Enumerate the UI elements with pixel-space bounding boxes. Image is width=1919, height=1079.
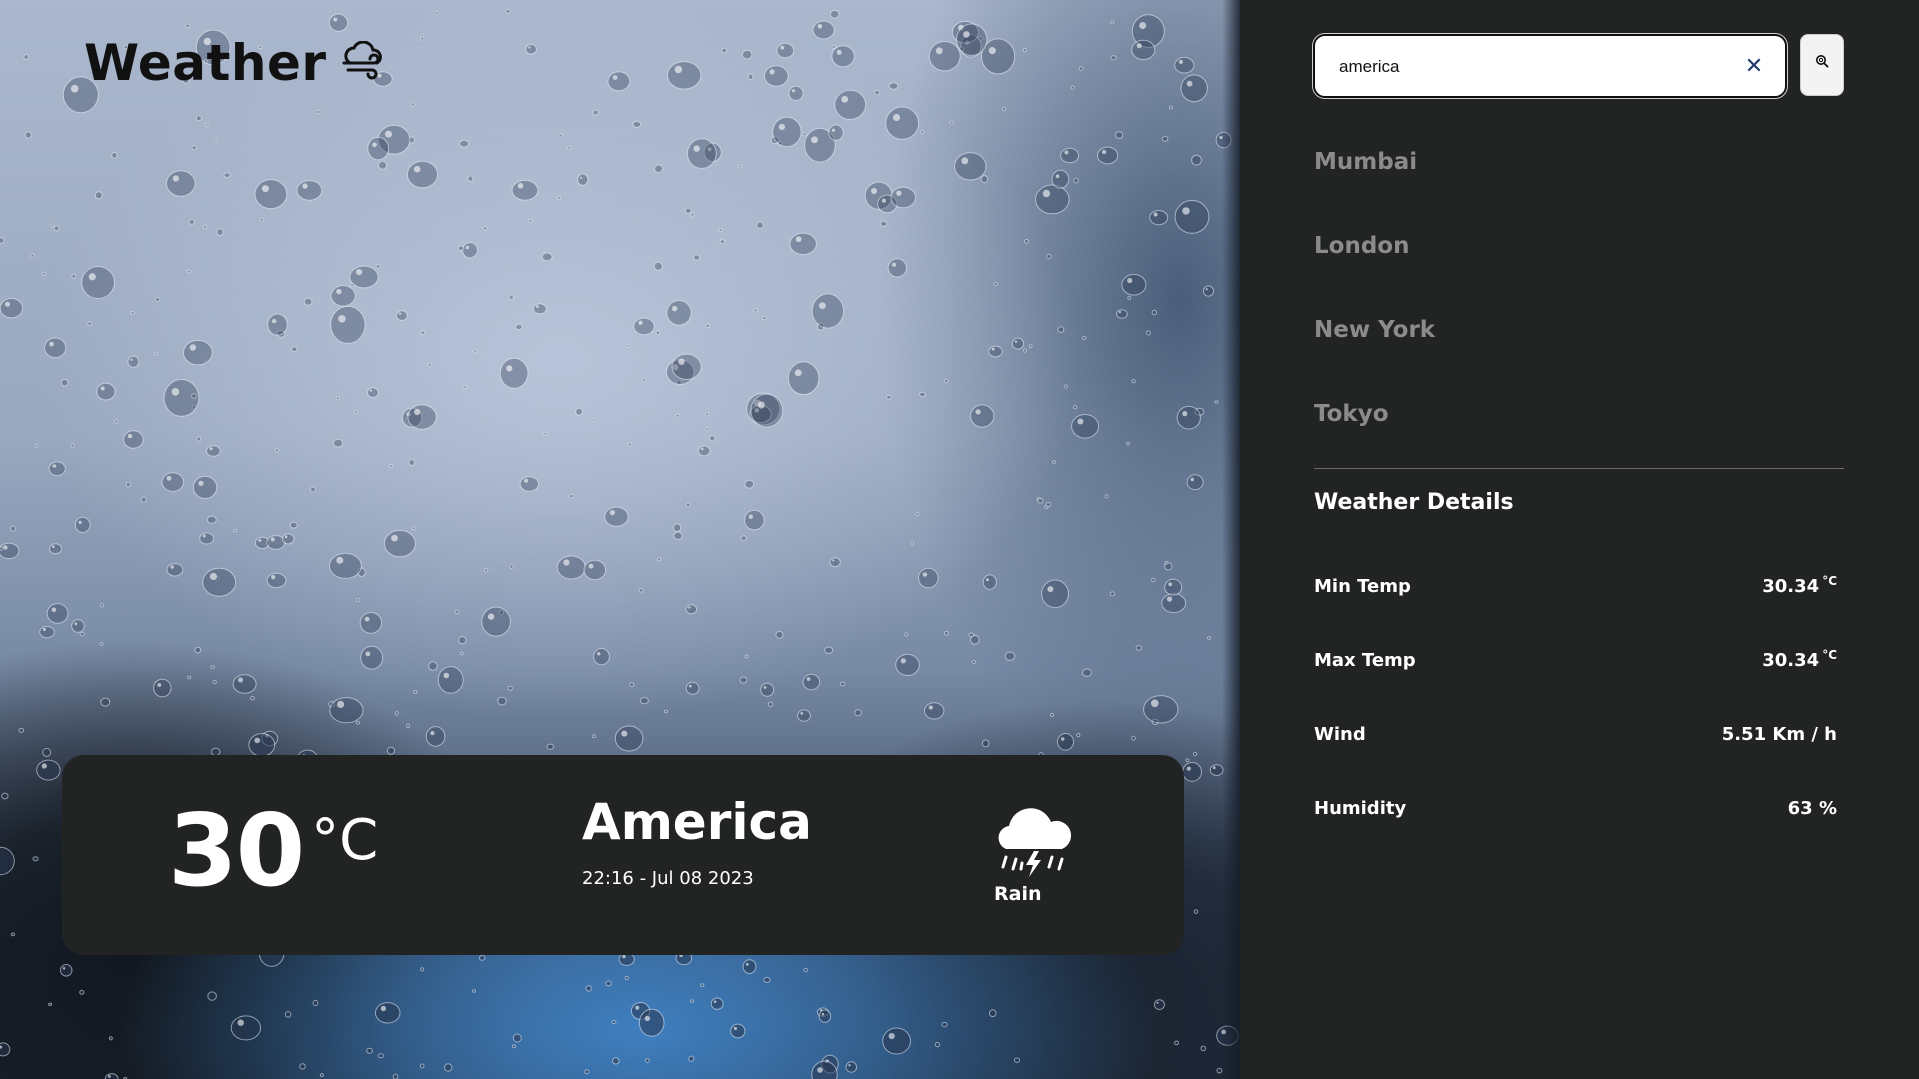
detail-value: 30.34 °C [1762,574,1837,597]
detail-unit: °C [1822,574,1837,588]
divider [1314,468,1844,469]
details-title: Weather Details [1314,490,1514,515]
background-image: Weather 30 °C America 22:16 - Jul 08 202… [0,0,1240,1079]
city-item-london[interactable]: London [1314,224,1435,308]
wind-cloud-icon [341,41,385,85]
detail-label: Wind [1314,724,1366,745]
city-item-new-york[interactable]: New York [1314,308,1435,392]
detail-value: 30.34 °C [1762,648,1837,671]
close-icon[interactable]: ✕ [1743,56,1765,78]
detail-row-min-temp: Min Temp 30.34 °C [1314,574,1837,597]
condition-block: Rain [992,797,1092,905]
detail-unit: °C [1822,648,1837,662]
city-name: America [582,793,812,851]
logo: Weather [84,34,385,92]
search-box: ✕ [1313,34,1787,98]
temperature-value: 30 [168,792,305,909]
condition-label: Rain [994,883,1042,905]
detail-row-max-temp: Max Temp 30.34 °C [1314,648,1837,671]
detail-value: 63 % [1787,798,1837,819]
weather-app: Weather 30 °C America 22:16 - Jul 08 202… [0,0,1919,1079]
sidebar-panel: ✕ Mumbai London New York Tokyo Weather D… [1240,0,1919,1079]
app-title: Weather [84,34,327,92]
search-button[interactable] [1800,34,1844,96]
window-edge [1222,0,1240,1079]
city-item-tokyo[interactable]: Tokyo [1314,392,1435,476]
detail-row-wind: Wind 5.51 Km / h [1314,724,1837,745]
search-icon [1815,53,1829,72]
detail-value: 5.51 Km / h [1721,724,1837,745]
temperature: 30 °C [168,801,378,901]
detail-label: Min Temp [1314,576,1411,597]
city-item-mumbai[interactable]: Mumbai [1314,140,1435,224]
detail-label: Humidity [1314,798,1407,819]
current-weather-card: 30 °C America 22:16 - Jul 08 2023 Rain [62,755,1184,955]
city-list: Mumbai London New York Tokyo [1314,140,1435,476]
detail-row-humidity: Humidity 63 % [1314,798,1837,819]
search-input[interactable] [1339,54,1739,80]
location-block: America 22:16 - Jul 08 2023 [582,793,812,890]
detail-label: Max Temp [1314,650,1416,671]
thunder-rain-cloud-icon [992,797,1092,881]
temperature-unit: °C [311,808,379,873]
date-time: 22:16 - Jul 08 2023 [582,868,754,889]
